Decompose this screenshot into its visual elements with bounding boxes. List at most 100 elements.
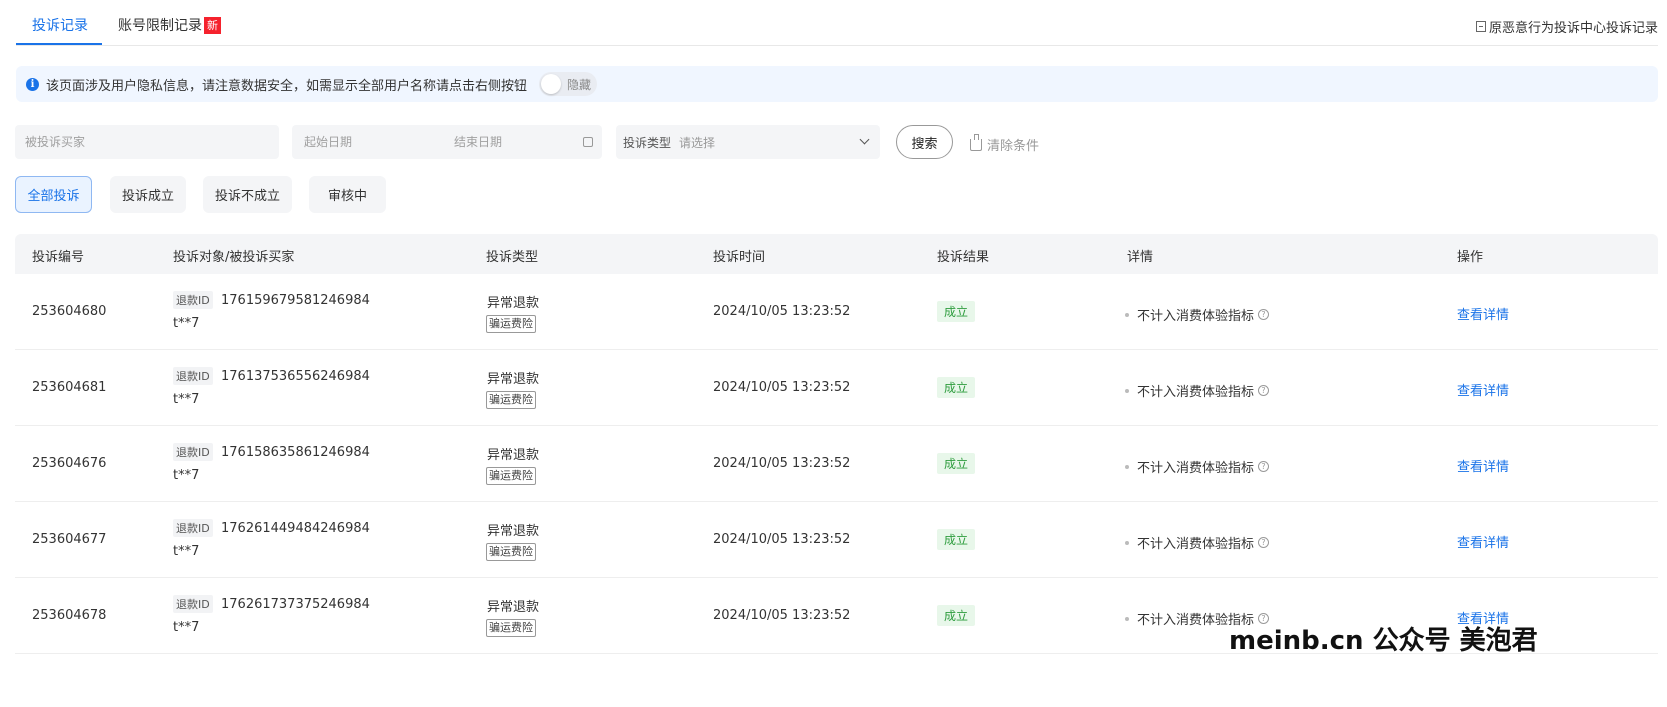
complaint-time: 2024/10/05 13:23:52 [713, 608, 851, 623]
complaint-type-select[interactable]: 投诉类型 请选择 [616, 125, 880, 159]
tab-account-restriction-records[interactable]: 账号限制记录新 [118, 15, 221, 35]
table-header: 投诉编号 投诉对象/被投诉买家 投诉类型 投诉时间 投诉结果 详情 操作 [15, 234, 1658, 274]
start-date-input[interactable] [304, 135, 454, 149]
column-header: 详情 [1127, 250, 1154, 265]
detail-text: 不计入消费体验指标 [1137, 461, 1255, 476]
complaint-type: 异常退款 [487, 372, 540, 387]
end-date-input[interactable] [454, 135, 604, 149]
complaint-type: 异常退款 [487, 296, 540, 311]
refund-id: 176158635861246984 [221, 445, 370, 460]
help-icon[interactable]: ? [1258, 461, 1270, 472]
bullet-dot [1125, 388, 1129, 393]
column-header: 投诉对象/被投诉买家 [173, 250, 295, 265]
result-badge: 成立 [937, 605, 976, 626]
view-details-link[interactable]: 查看详情 [1457, 456, 1509, 475]
complaint-id: 253604676 [32, 456, 107, 471]
detail-text: 不计入消费体验指标 [1137, 537, 1255, 552]
privacy-notice: i 该页面涉及用户隐私信息，请注意数据安全，如需显示全部用户名称请点击右侧按钮 … [16, 66, 1658, 102]
buyer-name: t**7 [173, 620, 200, 635]
detail: 不计入消费体验指标? [1125, 381, 1270, 400]
refund-id-tag: 退款ID [173, 291, 213, 309]
legacy-records-link[interactable]: 原恶意行为投诉中心投诉记录 [1475, 17, 1658, 36]
status-chip-not-upheld[interactable]: 投诉不成立 [203, 176, 292, 213]
search-button[interactable]: 搜索 [896, 125, 953, 159]
complaint-time: 2024/10/05 13:23:52 [713, 304, 851, 319]
result-badge: 成立 [937, 453, 976, 474]
complaint-type: 异常退款 [487, 524, 540, 539]
help-icon[interactable]: ? [1258, 385, 1270, 396]
bullet-dot [1125, 312, 1129, 317]
complaint-time: 2024/10/05 13:23:52 [713, 532, 851, 547]
toggle-knob [541, 74, 562, 94]
table-row: 253604677 退款ID 176261449484246984 t**7 异… [15, 502, 1658, 578]
buyer-name: t**7 [173, 544, 200, 559]
status-chip-all[interactable]: 全部投诉 [15, 176, 92, 213]
broom-icon [970, 133, 982, 151]
complaint-subtype-tag: 骗运费险 [486, 543, 536, 561]
calendar-icon[interactable] [583, 137, 593, 147]
complaint-type-placeholder: 请选择 [679, 135, 716, 150]
detail-text: 不计入消费体验指标 [1137, 385, 1255, 400]
complaint-id: 253604681 [32, 380, 107, 395]
buyer-input[interactable] [25, 135, 265, 149]
detail: 不计入消费体验指标? [1125, 533, 1270, 552]
table-row: 253604676 退款ID 176158635861246984 t**7 异… [15, 426, 1658, 502]
new-badge: 新 [204, 17, 221, 34]
buyer-name: t**7 [173, 316, 200, 331]
detail: 不计入消费体验指标? [1125, 305, 1270, 324]
complaint-id: 253604678 [32, 608, 107, 623]
privacy-notice-text: 该页面涉及用户隐私信息，请注意数据安全，如需显示全部用户名称请点击右侧按钮 [46, 78, 528, 94]
table-row: 253604680 退款ID 176159679581246984 t**7 异… [15, 274, 1658, 350]
help-icon[interactable]: ? [1258, 309, 1270, 320]
tab-label: 账号限制记录 [118, 18, 202, 34]
chevron-down-icon [859, 134, 870, 145]
complaint-time: 2024/10/05 13:23:52 [713, 456, 851, 471]
legacy-records-label: 原恶意行为投诉中心投诉记录 [1488, 21, 1658, 36]
refund-id: 176137536556246984 [221, 369, 370, 384]
refund-id: 176261737375246984 [221, 597, 370, 612]
complaint-id: 253604680 [32, 304, 107, 319]
watermark: meinb.cn 公众号 美泡君 [1229, 626, 1538, 656]
view-details-link[interactable]: 查看详情 [1457, 532, 1509, 551]
clear-filters-button[interactable]: 清除条件 [970, 133, 1040, 154]
status-chip-reviewing[interactable]: 审核中 [309, 176, 386, 213]
bullet-dot [1125, 464, 1129, 469]
refund-id-tag: 退款ID [173, 519, 213, 537]
bullet-dot [1125, 540, 1129, 545]
detail: 不计入消费体验指标? [1125, 457, 1270, 476]
detail-text: 不计入消费体验指标 [1137, 309, 1255, 324]
result-badge: 成立 [937, 529, 976, 550]
complaint-subtype-tag: 骗运费险 [486, 315, 536, 333]
buyer-name: t**7 [173, 468, 200, 483]
show-names-toggle[interactable]: 隐藏 [539, 72, 598, 96]
tab-bar: 投诉记录 账号限制记录新 原恶意行为投诉中心投诉记录 [16, 0, 1658, 46]
column-header: 投诉类型 [486, 250, 539, 265]
view-details-link[interactable]: 查看详情 [1457, 380, 1509, 399]
result-badge: 成立 [937, 301, 976, 322]
refund-id: 176261449484246984 [221, 521, 370, 536]
refund-id-tag: 退款ID [173, 367, 213, 385]
info-icon: i [26, 77, 39, 91]
active-tab-indicator [16, 43, 102, 45]
view-details-link[interactable]: 查看详情 [1457, 304, 1509, 323]
table-row: 253604681 退款ID 176137536556246984 t**7 异… [15, 350, 1658, 426]
column-header: 投诉编号 [32, 250, 85, 265]
clear-filters-label: 清除条件 [987, 139, 1040, 154]
refund-id-tag: 退款ID [173, 595, 213, 613]
refund-id-tag: 退款ID [173, 443, 213, 461]
complaint-subtype-tag: 骗运费险 [486, 467, 536, 485]
complaint-subtype-tag: 骗运费险 [486, 619, 536, 637]
buyer-name: t**7 [173, 392, 200, 407]
document-icon [1475, 21, 1486, 32]
complaint-type: 异常退款 [487, 600, 540, 615]
status-chip-upheld[interactable]: 投诉成立 [110, 176, 186, 213]
complaint-id: 253604677 [32, 532, 107, 547]
refund-id: 176159679581246984 [221, 293, 370, 308]
result-badge: 成立 [937, 377, 976, 398]
tab-complaint-records[interactable]: 投诉记录 [32, 15, 88, 35]
column-header: 投诉时间 [713, 250, 766, 265]
column-header: 操作 [1457, 250, 1484, 265]
bullet-dot [1125, 616, 1129, 621]
help-icon[interactable]: ? [1258, 537, 1270, 548]
complaint-time: 2024/10/05 13:23:52 [713, 380, 851, 395]
